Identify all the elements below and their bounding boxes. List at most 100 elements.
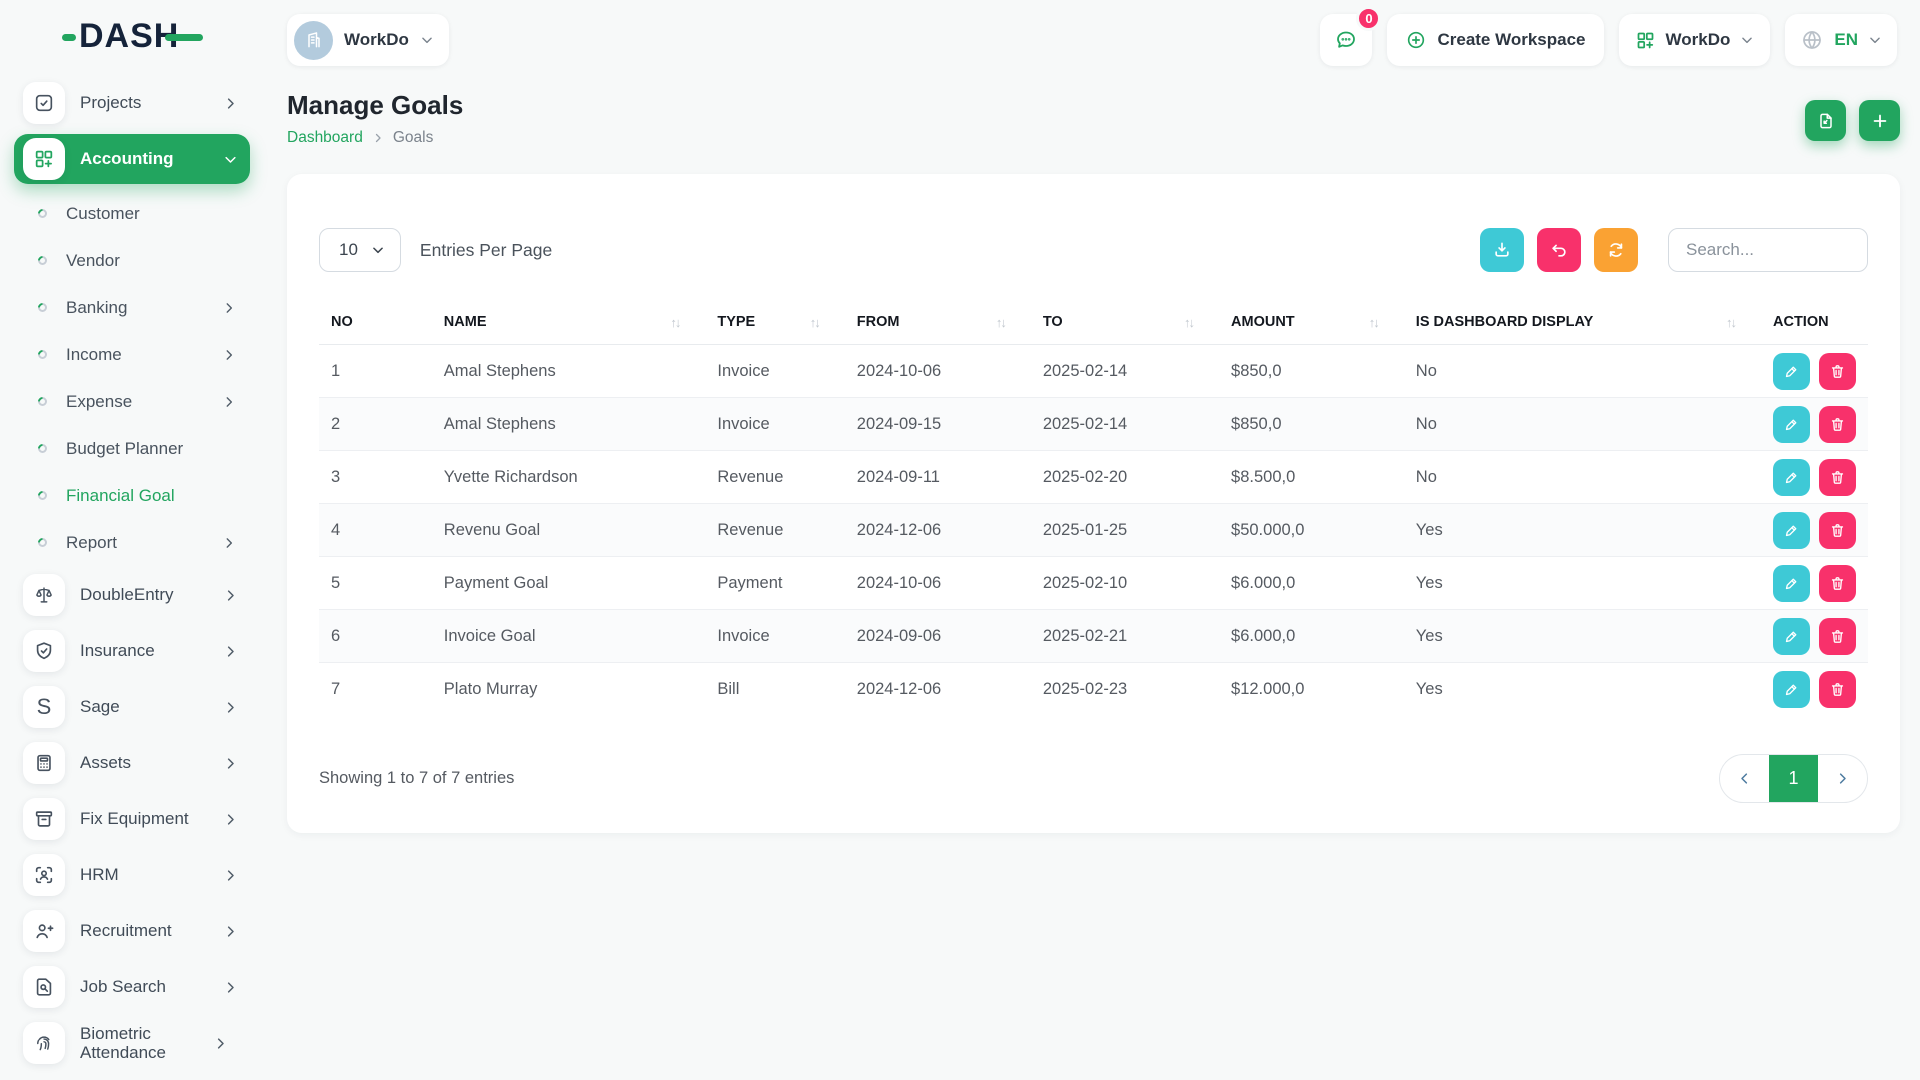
pagination-next-button[interactable] xyxy=(1818,755,1867,802)
delete-button[interactable] xyxy=(1819,459,1856,496)
sidebar-item-insurance[interactable]: Insurance xyxy=(14,626,250,676)
sidebar-item-report[interactable]: Report xyxy=(14,519,250,566)
add-goal-button[interactable] xyxy=(1859,100,1900,141)
sort-icon[interactable]: ↑↓ xyxy=(996,315,1019,330)
export-button[interactable] xyxy=(1480,228,1524,272)
sidebar-item-fix-equipment[interactable]: Fix Equipment xyxy=(14,794,250,844)
delete-button[interactable] xyxy=(1819,406,1856,443)
sort-icon[interactable]: ↑↓ xyxy=(1184,315,1207,330)
bullet-icon xyxy=(36,489,49,502)
edit-button[interactable] xyxy=(1773,353,1810,390)
column-header-name[interactable]: NAME↑↓ xyxy=(432,300,706,345)
search-input[interactable] xyxy=(1668,228,1868,272)
table-footer: Showing 1 to 7 of 7 entries 1 xyxy=(319,754,1868,803)
edit-button[interactable] xyxy=(1773,671,1810,708)
shield-check-icon xyxy=(23,630,65,672)
sidebar-item-projects[interactable]: Projects xyxy=(14,78,250,128)
cell-from: 2024-12-06 xyxy=(845,663,1031,716)
sidebar-item-budget-planner[interactable]: Budget Planner xyxy=(14,425,250,472)
sidebar-item-biometric-attendance[interactable]: Biometric Attendance xyxy=(14,1018,250,1068)
sort-icon[interactable]: ↑↓ xyxy=(670,315,693,330)
sidebar-item-vendor[interactable]: Vendor xyxy=(14,237,250,284)
brand-logo[interactable]: DASH xyxy=(0,0,260,72)
delete-button[interactable] xyxy=(1819,671,1856,708)
sidebar-item-assets[interactable]: Assets xyxy=(14,738,250,788)
cell-name: Invoice Goal xyxy=(432,610,706,663)
sidebar-item-label: Accounting xyxy=(80,149,208,168)
cell-dashboard-display: No xyxy=(1404,451,1761,504)
sidebar-item-recruitment[interactable]: Recruitment xyxy=(14,906,250,956)
entries-per-page-select[interactable]: 10 xyxy=(319,228,401,272)
column-header-amount[interactable]: AMOUNT↑↓ xyxy=(1219,300,1404,345)
column-header-dashboard-display[interactable]: IS DASHBOARD DISPLAY↑↓ xyxy=(1404,300,1761,345)
create-workspace-button[interactable]: Create Workspace xyxy=(1387,14,1603,66)
workspace-name: WorkDo xyxy=(344,30,409,50)
reset-button[interactable] xyxy=(1537,228,1581,272)
pagination-prev-button[interactable] xyxy=(1720,755,1769,802)
sidebar-item-sage[interactable]: S Sage xyxy=(14,682,250,732)
import-export-button[interactable] xyxy=(1805,100,1846,141)
sidebar-item-label: Biometric Attendance xyxy=(80,1024,198,1062)
edit-button[interactable] xyxy=(1773,459,1810,496)
cell-to: 2025-02-21 xyxy=(1031,610,1219,663)
pagination-page-1[interactable]: 1 xyxy=(1769,755,1818,802)
sage-icon: S xyxy=(23,686,65,728)
entries-per-page-value: 10 xyxy=(339,240,358,260)
cell-to: 2025-02-20 xyxy=(1031,451,1219,504)
column-header-to[interactable]: TO↑↓ xyxy=(1031,300,1219,345)
plus-icon xyxy=(1870,111,1890,131)
column-header-from[interactable]: FROM↑↓ xyxy=(845,300,1031,345)
chat-icon xyxy=(1334,28,1358,52)
sidebar-item-job-search[interactable]: Job Search xyxy=(14,962,250,1012)
sort-icon[interactable]: ↑↓ xyxy=(1369,315,1392,330)
sidebar-item-customer[interactable]: Customer xyxy=(14,190,250,237)
delete-button[interactable] xyxy=(1819,512,1856,549)
chevron-right-icon xyxy=(223,812,238,827)
sidebar-item-banking[interactable]: Banking xyxy=(14,284,250,331)
sidebar-item-expense[interactable]: Expense xyxy=(14,378,250,425)
cell-type: Revenue xyxy=(705,504,844,557)
trash-icon xyxy=(1829,416,1846,433)
workspace-selector[interactable]: WorkDo xyxy=(287,14,449,66)
edit-button[interactable] xyxy=(1773,406,1810,443)
user-plus-icon xyxy=(23,910,65,952)
sidebar-item-accounting[interactable]: Accounting xyxy=(14,134,250,184)
breadcrumb: Dashboard Goals xyxy=(287,129,463,147)
sidebar-item-label: Fix Equipment xyxy=(80,809,208,828)
edit-button[interactable] xyxy=(1773,565,1810,602)
messages-button[interactable]: 0 xyxy=(1320,14,1372,66)
cell-amount: $50.000,0 xyxy=(1219,504,1404,557)
sidebar-nav: Projects Accounting Customer Vendor Bank… xyxy=(0,72,260,1068)
sort-icon[interactable]: ↑↓ xyxy=(1726,315,1749,330)
chevron-right-icon xyxy=(213,1036,228,1051)
sidebar-item-hrm[interactable]: HRM xyxy=(14,850,250,900)
sidebar-item-label: Financial Goal xyxy=(66,486,236,506)
chevron-right-icon xyxy=(223,588,238,603)
cell-no: 2 xyxy=(319,398,432,451)
delete-button[interactable] xyxy=(1819,353,1856,390)
table-header-row: NO NAME↑↓ TYPE↑↓ FROM↑↓ TO↑↓ AMOUNT↑↓ IS… xyxy=(319,300,1868,345)
edit-button[interactable] xyxy=(1773,618,1810,655)
chevron-right-icon xyxy=(223,980,238,995)
breadcrumb-dashboard-link[interactable]: Dashboard xyxy=(287,129,363,147)
sidebar-item-label: Banking xyxy=(66,298,203,318)
cell-name: Amal Stephens xyxy=(432,398,706,451)
column-header-type[interactable]: TYPE↑↓ xyxy=(705,300,844,345)
delete-button[interactable] xyxy=(1819,565,1856,602)
sidebar-item-doubleentry[interactable]: DoubleEntry xyxy=(14,570,250,620)
edit-button[interactable] xyxy=(1773,512,1810,549)
archive-box-icon xyxy=(23,798,65,840)
sidebar-item-income[interactable]: Income xyxy=(14,331,250,378)
language-selector[interactable]: EN xyxy=(1785,14,1897,66)
refresh-button[interactable] xyxy=(1594,228,1638,272)
sort-icon[interactable]: ↑↓ xyxy=(810,315,833,330)
table-row: 1 Amal Stephens Invoice 2024-10-06 2025-… xyxy=(319,345,1868,398)
chevron-down-icon xyxy=(1740,33,1754,47)
app-menu-label: WorkDo xyxy=(1666,30,1731,50)
delete-button[interactable] xyxy=(1819,618,1856,655)
sidebar-item-label: Recruitment xyxy=(80,921,208,940)
sidebar-item-financial-goal[interactable]: Financial Goal xyxy=(14,472,250,519)
language-label: EN xyxy=(1834,30,1858,50)
topbar: WorkDo 0 Create Workspace WorkDo EN xyxy=(260,0,1920,72)
app-menu-button[interactable]: WorkDo xyxy=(1619,14,1771,66)
